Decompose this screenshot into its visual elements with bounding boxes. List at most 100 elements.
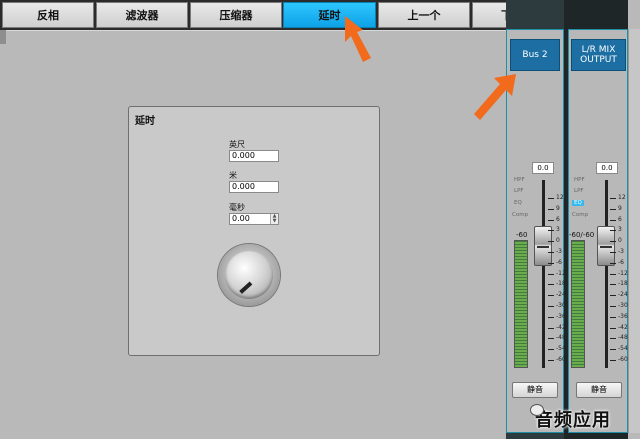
meters-label: 米 (229, 171, 237, 180)
bus2-scale-label: -18 (556, 280, 566, 288)
bus2-scale-tick (548, 241, 554, 243)
lr-mix-scale-label: -36 (618, 312, 628, 320)
tab-bar: 反相 滤波器 压缩器 延时 上一个 下一个 (0, 0, 563, 30)
lr-mix-scale-label: -54 (618, 345, 628, 353)
bus2-scale-label: -3 (556, 248, 562, 255)
milliseconds-value: 0.00 (232, 214, 250, 223)
bus2-scale-label: 9 (556, 204, 560, 212)
lr-mix-lpf[interactable]: LPF (574, 188, 584, 194)
lr-mix-scale-label: 12 (618, 194, 626, 201)
delay-panel-title: 延时 (135, 116, 155, 127)
milliseconds-spinbox[interactable]: 0.00 ▲ ▼ (229, 213, 279, 225)
lr-mix-scale-tick (610, 273, 616, 275)
bus2-scale-tick (548, 327, 554, 329)
bus2-button[interactable]: Bus 2 (510, 39, 560, 71)
lr-mix-scale-tick (610, 219, 616, 221)
bus2-scale-tick (548, 219, 554, 221)
lr-mix-button[interactable]: L/R MIX OUTPUT (571, 39, 626, 71)
bus2-scale-tick (548, 316, 554, 318)
bus2-scale-tick (548, 349, 554, 351)
bus2-scale-tick (548, 252, 554, 253)
lr-mix-scale-label: 9 (618, 204, 622, 212)
lr-mix-eq[interactable]: EQ (572, 200, 584, 206)
bus2-comp[interactable]: Comp (512, 212, 528, 218)
lr-mix-scale-label: -24 (618, 291, 628, 299)
bus2-scale-tick (548, 306, 554, 307)
lr-mix-fader[interactable] (597, 226, 615, 266)
bus2-scale-label: -60 (556, 356, 566, 363)
lr-mix-hpf[interactable]: HPF (574, 177, 585, 183)
lr-mix-scale-tick (610, 338, 616, 340)
bus2-scale-label: 12 (556, 194, 564, 201)
bus2-scale-label: 3 (556, 226, 560, 234)
bus2-scale-label: -6 (556, 258, 562, 266)
bus2-scale-label: -36 (556, 312, 566, 320)
lr-mix-scale-label: -30 (618, 302, 628, 309)
lr-mix-scale-label: -60 (618, 356, 628, 363)
lr-mix-scale-tick (610, 198, 616, 199)
watermark-text: 音频应用 (535, 409, 611, 431)
bus2-fader[interactable] (534, 226, 552, 266)
lr-mix-scale-label: 0 (618, 237, 622, 245)
bus2-scale-tick (548, 284, 554, 286)
lr-mix-meter-label: -60/-60 (569, 231, 595, 239)
lr-mix-scale-label: -6 (618, 258, 624, 266)
bus2-scale-tick (548, 338, 554, 340)
tab-invert[interactable]: 反相 (2, 2, 94, 28)
lr-mix-scale-tick (610, 295, 616, 297)
lr-mix-value[interactable]: 0.0 (596, 162, 618, 174)
watermark: 音频应用 (506, 398, 640, 439)
lr-mix-scale-label: -42 (618, 323, 628, 331)
arrow-to-bus2-icon (474, 74, 516, 120)
bus2-scale-label: -42 (556, 323, 566, 331)
bus2-scale-label: -12 (556, 269, 566, 277)
bus2-value[interactable]: 0.0 (532, 162, 554, 174)
tab-compressor[interactable]: 压缩器 (190, 2, 282, 28)
lr-mix-scale-tick (610, 284, 616, 286)
lr-mix-scale-tick (610, 306, 616, 307)
feet-label: 英尺 (229, 140, 245, 149)
lr-mix-comp[interactable]: Comp (572, 212, 588, 218)
bus2-scale-label: 6 (556, 215, 560, 223)
delay-knob[interactable] (218, 244, 280, 306)
lr-mix-scale-tick (610, 241, 616, 243)
bus2-lpf[interactable]: LPF (514, 188, 524, 194)
bus2-scale-tick (548, 208, 554, 210)
lr-mix-scale-label: -3 (618, 248, 624, 255)
feet-input[interactable]: 0.000 (229, 150, 279, 162)
bus2-scale-tick (548, 273, 554, 275)
bus2-scale-label: -30 (556, 302, 566, 309)
arrow-to-delay-tab-icon (345, 16, 371, 62)
bus2-meter-label: -60 (516, 231, 528, 239)
bus2-scale-label: -54 (556, 345, 566, 353)
lr-mix-scale-label: 6 (618, 215, 622, 223)
lr-mix-scale-tick (610, 230, 616, 232)
lr-mix-scale-label: -12 (618, 269, 628, 277)
watermark-logo-icon (530, 404, 544, 416)
meters-input[interactable]: 0.000 (229, 181, 279, 193)
lr-mix-mute-button[interactable]: 静音 (576, 382, 622, 398)
lr-mix-name-line2: OUTPUT (580, 55, 617, 65)
previous-button[interactable]: 上一个 (378, 2, 470, 28)
lr-mix-scale-tick (610, 252, 616, 253)
bus2-hpf[interactable]: HPF (514, 177, 525, 183)
app-window: 反相 滤波器 压缩器 延时 上一个 下一个 延时 英尺 0.000 米 0.00… (0, 0, 640, 439)
bus2-scale-tick (548, 360, 554, 361)
lr-mix-level-meter (571, 240, 585, 368)
spin-arrows-icon[interactable]: ▲ ▼ (270, 214, 278, 224)
lr-mix-scale-tick (610, 262, 616, 264)
bus2-scale-label: 0 (556, 237, 560, 245)
lr-mix-scale-tick (610, 316, 616, 318)
lr-mix-name-line1: L/R MIX (581, 45, 616, 55)
bus2-scale-tick (548, 295, 554, 297)
bus2-scale-tick (548, 198, 554, 199)
bus2-scale-tick (548, 262, 554, 264)
tab-filter[interactable]: 滤波器 (96, 2, 188, 28)
bus2-scale-label: -48 (556, 334, 566, 342)
bus2-mute-button[interactable]: 静音 (512, 382, 558, 398)
bus2-eq[interactable]: EQ (514, 200, 522, 206)
milliseconds-label: 毫秒 (229, 203, 245, 212)
lr-mix-scale-tick (610, 349, 616, 351)
bus2-scale-tick (548, 230, 554, 232)
delay-panel: 延时 英尺 0.000 米 0.000 毫秒 0.00 ▲ ▼ (128, 106, 380, 356)
